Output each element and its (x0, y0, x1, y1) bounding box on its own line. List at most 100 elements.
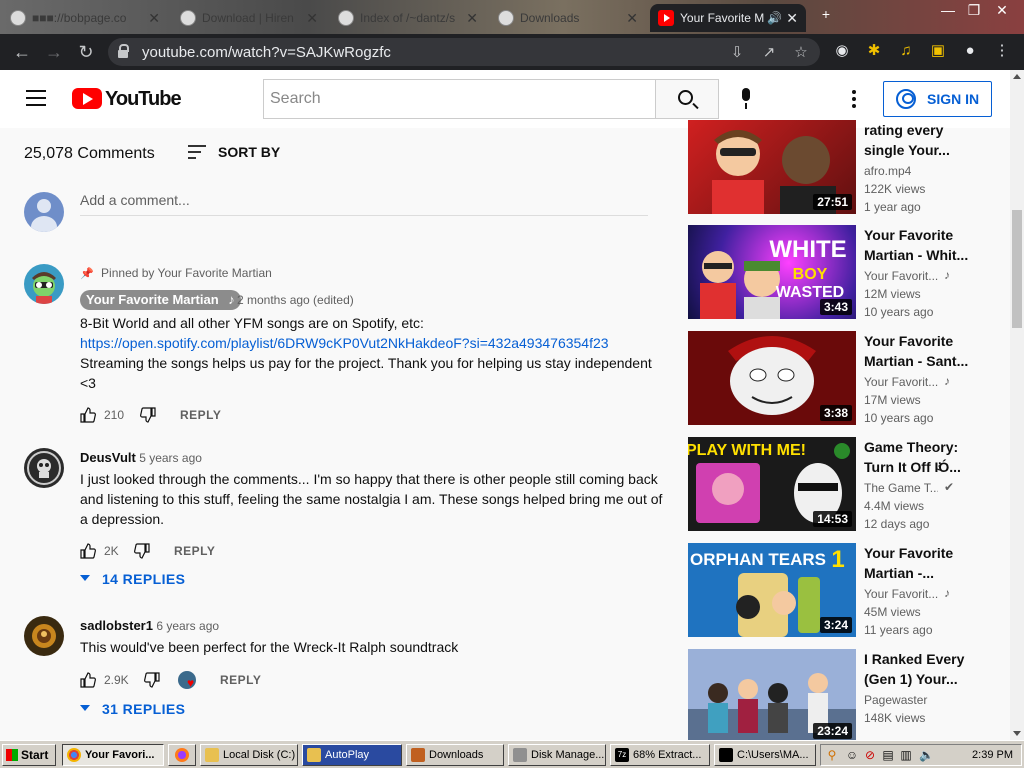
channel-name[interactable]: Your Favorit... (864, 375, 938, 389)
taskbar-item-autoplay[interactable]: AutoPlay (302, 744, 402, 766)
close-tab-icon[interactable]: ✕ (626, 4, 638, 32)
search-input[interactable] (264, 80, 656, 118)
avatar[interactable] (24, 448, 64, 488)
microphone-icon[interactable] (740, 88, 752, 110)
channel-name[interactable]: The Game T... (864, 481, 938, 495)
taskbar-item-local-disk[interactable]: Local Disk (C:) (200, 744, 298, 766)
speaker-icon[interactable]: 🔊 (767, 4, 782, 32)
video-title[interactable]: Game Theory: Turn It Off I̴̛Ó... (864, 437, 982, 477)
video-thumbnail[interactable]: PLAY WITH ME! 14:53 (688, 437, 856, 531)
start-button[interactable]: Start (2, 744, 56, 766)
close-tab-icon[interactable]: ✕ (148, 4, 160, 32)
recommended-video[interactable]: 23:24 I Ranked Every (Gen 1) Your... Pag… (688, 649, 1008, 743)
bookmark-star-icon[interactable]: ☆ (792, 44, 810, 62)
taskbar-item-disk-management[interactable]: Disk Manage... (508, 744, 606, 766)
new-tab-icon[interactable]: + (814, 6, 838, 22)
taskbar-item-firefox[interactable] (168, 744, 196, 766)
scroll-up-icon[interactable] (1013, 74, 1021, 79)
browser-tab-2[interactable]: Download | Hiren ✕ (172, 4, 326, 32)
tray-icon-4[interactable]: ▥ (899, 748, 913, 762)
share-icon[interactable]: ↗ (760, 44, 778, 62)
extensions-puzzle-icon[interactable]: ✱ (864, 41, 884, 61)
volume-icon[interactable]: 🔈 (919, 748, 934, 762)
minimize-icon[interactable]: — (936, 2, 960, 18)
channel-name[interactable]: Your Favorit... (864, 587, 938, 601)
search-button[interactable] (655, 79, 719, 119)
dislike-icon[interactable] (140, 407, 156, 423)
window-close-icon[interactable]: ✕ (990, 2, 1014, 19)
video-thumbnail[interactable]: WHITE BOY WASTED 3:43 (688, 225, 856, 319)
avatar[interactable] (24, 616, 64, 656)
channel-name[interactable]: Pagewaster (864, 693, 974, 707)
video-thumbnail[interactable]: 23:24 (688, 649, 856, 743)
browser-tab-active[interactable]: Your Favorite M 🔊 ✕ (650, 4, 806, 32)
like-icon[interactable] (80, 543, 96, 559)
extension-flag-icon[interactable]: ◉ (832, 41, 852, 61)
comment-author[interactable]: DeusVult (80, 450, 136, 465)
video-title[interactable]: Your Favorite Martian - Sant... (864, 331, 982, 371)
browser-menu-icon[interactable]: ⋮ (992, 41, 1012, 61)
reply-button[interactable]: REPLY (174, 544, 215, 558)
video-thumbnail[interactable]: 3:38 (688, 331, 856, 425)
taskbar-item-chrome[interactable]: Your Favori... (62, 744, 164, 766)
taskbar-item-7zip[interactable]: 7z 68% Extract... (610, 744, 710, 766)
address-bar[interactable]: youtube.com/watch?v=SAJKwRogzfc ⇩ ↗ ☆ (108, 38, 820, 66)
like-icon[interactable] (80, 672, 96, 688)
search-icon[interactable]: ⚲ (825, 748, 839, 762)
reply-button[interactable]: REPLY (220, 673, 261, 687)
tray-icon-1[interactable]: ☺ (845, 748, 859, 762)
view-replies-button[interactable]: 31 REPLIES (80, 701, 185, 717)
avatar[interactable] (24, 264, 64, 304)
close-tab-icon[interactable]: ✕ (306, 4, 318, 32)
video-thumbnail[interactable]: 27:51 (688, 120, 856, 214)
comment-author[interactable]: sadlobster1 (80, 618, 153, 633)
side-panel-icon[interactable]: ▣ (928, 41, 948, 61)
sign-in-button[interactable]: SIGN IN (883, 81, 992, 117)
recommended-video[interactable]: WHITE BOY WASTED 3:43 Your Favorite Mart… (688, 225, 1008, 319)
forward-icon[interactable]: → (42, 40, 66, 64)
recommended-video[interactable]: 3:38 Your Favorite Martian - Sant... You… (688, 331, 1008, 425)
profile-avatar-icon[interactable]: ● (960, 41, 980, 61)
channel-owner-badge[interactable]: Your Favorite Martian ♪ (80, 290, 241, 310)
like-icon[interactable] (80, 407, 96, 423)
video-thumbnail[interactable]: ORPHAN TEARS 1 3:24 (688, 543, 856, 637)
comment-timestamp[interactable]: 2 months ago (edited) (237, 293, 354, 307)
tray-icon-2[interactable]: ⊘ (863, 748, 877, 762)
dislike-icon[interactable] (134, 543, 150, 559)
reload-icon[interactable]: ↻ (74, 40, 98, 64)
comment-timestamp[interactable]: 5 years ago (139, 451, 202, 465)
view-replies-button[interactable]: 14 REPLIES (80, 571, 185, 587)
video-title[interactable]: rating every single Your... (864, 120, 982, 160)
video-title[interactable]: Your Favorite Martian - Whit... (864, 225, 982, 265)
video-title[interactable]: Your Favorite Martian -... (864, 543, 982, 583)
scrollbar-thumb[interactable] (1012, 210, 1022, 328)
media-control-icon[interactable]: ♫ (896, 41, 916, 61)
reply-button[interactable]: REPLY (180, 408, 221, 422)
install-icon[interactable]: ⇩ (728, 44, 746, 62)
browser-tab-4[interactable]: Downloads ✕ (490, 4, 646, 32)
close-tab-icon[interactable]: ✕ (786, 4, 798, 32)
channel-name[interactable]: afro.mp4 (864, 164, 974, 178)
recommended-video[interactable]: PLAY WITH ME! 14:53 Game Theory: Turn It… (688, 437, 1008, 531)
restore-icon[interactable]: ❐ (962, 2, 986, 19)
recommended-video[interactable]: 27:51 rating every single Your... afro.m… (688, 120, 1008, 214)
page-scrollbar[interactable] (1010, 70, 1024, 740)
dislike-icon[interactable] (144, 672, 160, 688)
recommended-video[interactable]: ORPHAN TEARS 1 3:24 Your Favorite Martia… (688, 543, 1008, 637)
settings-kebab-icon[interactable] (852, 90, 856, 111)
scroll-down-icon[interactable] (1013, 731, 1021, 736)
taskbar-item-cmd[interactable]: C:\Users\MA... (714, 744, 816, 766)
browser-tab-3[interactable]: Index of /~dantz/s ✕ (330, 4, 486, 32)
add-comment-input[interactable]: Add a comment... (80, 192, 648, 216)
sort-by-button[interactable]: SORT BY (188, 143, 280, 163)
spotify-link[interactable]: https://open.spotify.com/playlist/6DRW9c… (80, 335, 609, 351)
comment-timestamp[interactable]: 6 years ago (156, 619, 219, 633)
channel-name[interactable]: Your Favorit... (864, 269, 938, 283)
browser-tab-1[interactable]: ■■■://bobpage.co ✕ (2, 4, 168, 32)
tray-icon-3[interactable]: ▤ (881, 748, 895, 762)
video-title[interactable]: I Ranked Every (Gen 1) Your... (864, 649, 982, 689)
taskbar-item-downloads[interactable]: Downloads (406, 744, 504, 766)
hamburger-menu-icon[interactable] (26, 90, 46, 106)
close-tab-icon[interactable]: ✕ (466, 4, 478, 32)
back-icon[interactable]: ← (10, 40, 34, 64)
